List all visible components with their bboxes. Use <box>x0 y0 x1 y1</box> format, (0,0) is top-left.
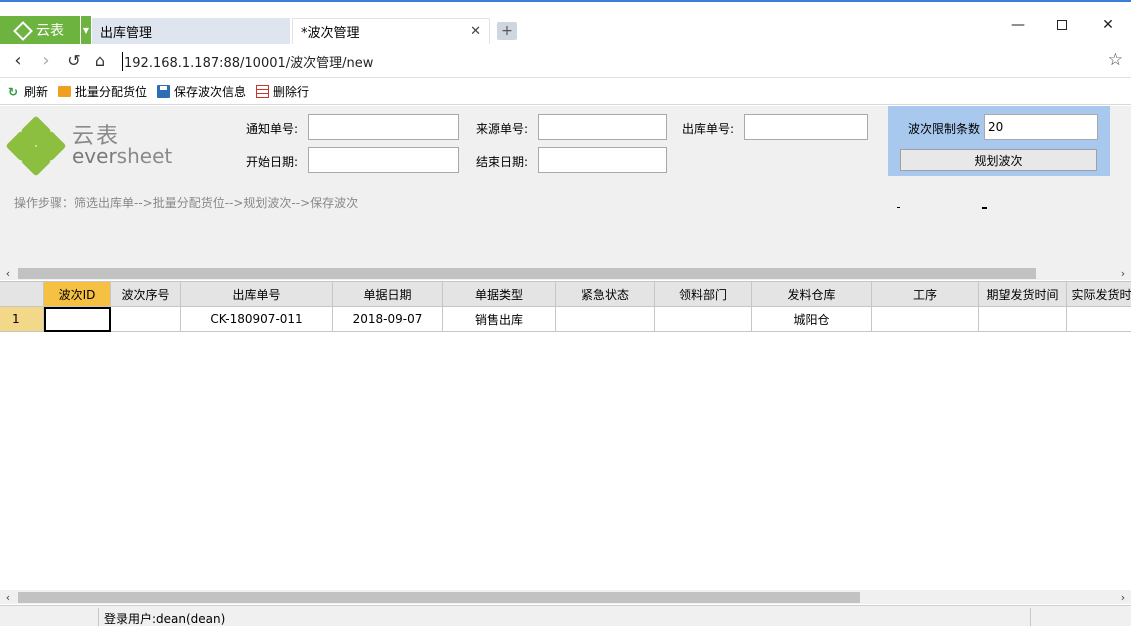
column-header[interactable]: 工序 <box>872 282 979 307</box>
end-date-label: 结束日期: <box>476 155 529 169</box>
brand-name-en: eversheet <box>72 144 173 168</box>
column-header[interactable]: 波次序号 <box>111 282 181 307</box>
grid-cell[interactable] <box>1067 307 1131 332</box>
save-icon <box>157 85 171 98</box>
row-number[interactable]: 1 <box>0 307 44 332</box>
grid-cell[interactable]: CK-180907-011 <box>181 307 333 332</box>
wave-limit-input[interactable] <box>984 114 1098 140</box>
refresh-button[interactable]: ↻ 刷新 <box>6 83 48 100</box>
notice-no-label: 通知单号: <box>246 122 299 136</box>
grid-cell[interactable] <box>979 307 1067 332</box>
batch-assign-label: 批量分配货位 <box>75 85 148 99</box>
scroll-right-icon[interactable]: › <box>1115 590 1131 604</box>
wave-limit-label: 波次限制条数 <box>908 122 981 136</box>
grid-cell[interactable] <box>556 307 655 332</box>
end-date-input[interactable] <box>538 147 667 173</box>
grid-cell[interactable]: 2018-09-07 <box>333 307 443 332</box>
minimize-icon[interactable]: — <box>996 10 1040 40</box>
start-date-label: 开始日期: <box>246 155 299 169</box>
column-header[interactable]: 单据类型 <box>443 282 556 307</box>
status-divider <box>1030 608 1031 626</box>
column-header[interactable]: 领料部门 <box>655 282 752 307</box>
notice-no-input[interactable] <box>308 114 459 140</box>
refresh-icon: ↻ <box>7 84 19 99</box>
login-user-text: 登录用户:dean(dean) <box>104 612 226 626</box>
wave-limit-panel: 波次限制条数 规划波次 <box>888 106 1110 176</box>
table-row: 1 CK-180907-011 2018-09-07 销售出库 城阳仓 <box>0 307 1131 332</box>
tab-outbound-management[interactable]: 出库管理 <box>92 18 290 44</box>
tab-label: *波次管理 <box>301 26 360 41</box>
bookmark-star-icon[interactable]: ☆ <box>1108 50 1123 70</box>
tab-wave-management[interactable]: *波次管理 ✕ <box>292 18 490 44</box>
marker <box>897 207 900 208</box>
status-divider <box>98 608 99 626</box>
grid-corner[interactable] <box>0 282 44 307</box>
back-icon[interactable]: ‹ <box>8 50 28 71</box>
brand-logo: 云表 eversheet <box>5 114 176 178</box>
maximize-icon[interactable] <box>1040 10 1084 40</box>
new-tab-icon[interactable]: + <box>497 22 517 40</box>
save-wave-label: 保存波次信息 <box>174 85 247 99</box>
column-header[interactable]: 期望发货时间 <box>979 282 1067 307</box>
grid-header-row: 波次ID 波次序号 出库单号 单据日期 单据类型 紧急状态 领料部门 发料仓库 … <box>0 282 1131 307</box>
grid-cell[interactable] <box>111 307 181 332</box>
eversheet-logo-icon <box>5 115 67 177</box>
batch-assign-button[interactable]: 批量分配货位 <box>58 83 147 100</box>
grid-cell[interactable]: 城阳仓 <box>752 307 872 332</box>
column-header[interactable]: 紧急状态 <box>556 282 655 307</box>
refresh-label: 刷新 <box>24 85 49 99</box>
folder-icon <box>58 86 72 97</box>
status-bar: 登录用户:dean(dean) <box>0 605 1131 626</box>
grid-cell[interactable] <box>872 307 979 332</box>
scroll-left-icon[interactable]: ‹ <box>0 266 16 280</box>
outbound-no-label: 出库单号: <box>682 122 735 136</box>
filter-panel: 云表 eversheet 通知单号: 来源单号: 出库单号: 开始日期: 结束日… <box>0 106 1131 266</box>
tab-bar: 云表 ▼ 出库管理 *波次管理 ✕ + — ✕ <box>0 16 1131 44</box>
window-close-icon[interactable]: ✕ <box>1086 10 1130 40</box>
table-delete-icon <box>256 85 270 98</box>
delete-row-label: 删除行 <box>273 85 310 99</box>
scroll-left-icon[interactable]: ‹ <box>0 590 16 604</box>
source-no-label: 来源单号: <box>476 122 529 136</box>
tab-close-icon[interactable]: ✕ <box>470 24 481 39</box>
home-icon[interactable]: ⌂ <box>90 50 110 70</box>
panel-scrollbar[interactable]: ‹ › <box>0 266 1131 280</box>
tab-label: 出库管理 <box>100 25 153 41</box>
column-header[interactable]: 单据日期 <box>333 282 443 307</box>
grid-cell[interactable] <box>655 307 752 332</box>
scroll-right-icon[interactable]: › <box>1115 266 1131 280</box>
scroll-thumb[interactable] <box>18 592 860 603</box>
source-no-input[interactable] <box>538 114 667 140</box>
app-name: 云表 <box>36 23 64 39</box>
reload-icon[interactable]: ↺ <box>64 50 84 70</box>
grid-cell[interactable]: 销售出库 <box>443 307 556 332</box>
app-window: 云表 ▼ 出库管理 *波次管理 ✕ + — ✕ ‹ › ↺ ⌂ 192.168.… <box>0 0 1131 626</box>
start-date-input[interactable] <box>308 147 459 173</box>
column-header[interactable]: 发料仓库 <box>752 282 872 307</box>
wave-grid: 波次ID 波次序号 出库单号 单据日期 单据类型 紧急状态 领料部门 发料仓库 … <box>0 281 1131 589</box>
scroll-thumb[interactable] <box>18 268 1036 279</box>
forward-icon[interactable]: › <box>36 50 56 71</box>
column-header[interactable]: 波次ID <box>44 282 111 307</box>
save-wave-button[interactable]: 保存波次信息 <box>157 83 246 100</box>
outbound-no-input[interactable] <box>744 114 868 140</box>
delete-row-button[interactable]: 删除行 <box>256 83 309 100</box>
address-bar: ‹ › ↺ ⌂ 192.168.1.187:88/10001/波次管理/new … <box>0 44 1131 78</box>
app-menu-button[interactable]: 云表 <box>0 16 80 44</box>
column-header[interactable]: 出库单号 <box>181 282 333 307</box>
column-header[interactable]: 实际发货时 <box>1067 282 1131 307</box>
app-logo-icon <box>14 22 30 38</box>
app-menu-dropdown-icon[interactable]: ▼ <box>81 16 91 44</box>
toolbar: ↻ 刷新 批量分配货位 保存波次信息 删除行 <box>0 79 1131 105</box>
grid-scrollbar[interactable]: ‹ › <box>0 590 1131 604</box>
url-input[interactable]: 192.168.1.187:88/10001/波次管理/new <box>122 52 373 71</box>
steps-hint: 操作步骤：筛选出库单-->批量分配货位-->规划波次-->保存波次 <box>14 196 359 210</box>
marker <box>982 207 987 209</box>
plan-wave-button[interactable]: 规划波次 <box>900 149 1097 171</box>
grid-cell[interactable] <box>44 307 111 332</box>
